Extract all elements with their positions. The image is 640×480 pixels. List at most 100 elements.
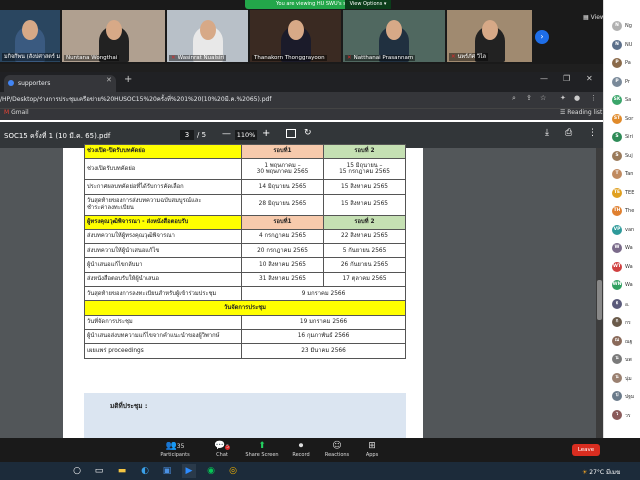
list-item[interactable]: ปปฐม	[612, 391, 640, 402]
print-icon[interactable]: ⎙	[565, 128, 572, 138]
bookmark-star-icon[interactable]: ☆	[540, 94, 546, 102]
list-item[interactable]: N Ng	[612, 21, 640, 32]
activity-cell: ผู้นำเสนอส่งบทความแก้ไขจากคำแนะนำของผู้ว…	[84, 328, 242, 345]
rotate-icon[interactable]: ↻	[304, 128, 312, 138]
menu-icon[interactable]: ⋮	[590, 94, 597, 102]
list-item[interactable]: TE TEE	[612, 187, 640, 199]
page-number-input[interactable]: 3	[180, 130, 194, 140]
extensions-icon[interactable]: ✦	[560, 94, 566, 102]
avatar: S	[612, 150, 622, 161]
schedule-table: ช่วงเปิด-ปิดรับบทคัดย่อ รอบที่1 รอบที่ 2 ช่…	[84, 143, 406, 359]
round1-date-cell: รอบที่1	[241, 214, 324, 230]
reactions-button[interactable]: ☺ Reactions	[317, 441, 357, 458]
list-item[interactable]: TH The	[612, 206, 640, 217]
list-item[interactable]: T Tan	[612, 169, 640, 180]
participant-tile[interactable]: Nuntana Wongthai	[62, 10, 165, 62]
tab-close-icon[interactable]: ✕	[106, 76, 112, 84]
leave-button[interactable]: Leave	[572, 444, 600, 456]
reading-list-label: Reading list	[567, 109, 603, 116]
reading-list-button[interactable]: ☰ Reading list	[560, 109, 602, 116]
file-explorer-icon[interactable]: ▬	[115, 464, 129, 478]
participants-button[interactable]: 👥35 Participants	[155, 441, 195, 458]
share-icon[interactable]: ⇪	[526, 94, 532, 102]
list-item[interactable]: S Suj	[612, 150, 640, 162]
store-icon[interactable]: ▣	[160, 464, 174, 478]
search-icon[interactable]: ○	[70, 464, 84, 478]
participant-name: ✕ Wasinrat Nualsiri	[169, 55, 227, 61]
url-field[interactable]: /HP/Desktop/ร่างการประชุมเครือข่าย%20HUS…	[0, 94, 271, 104]
profile-avatar[interactable]: ●	[574, 94, 580, 102]
participant-list-name: The	[625, 208, 635, 214]
list-item[interactable]: ST Sor	[612, 113, 640, 125]
line-app-icon[interactable]: ◉	[204, 464, 218, 478]
avatar: WN	[612, 280, 622, 290]
weather-widget[interactable]: ☀ 27°C มีเมฆ	[582, 467, 620, 477]
gmail-bookmark[interactable]: M Gmail	[4, 109, 29, 116]
list-item[interactable]: S Siri	[612, 132, 640, 143]
date-cell: 19 มกราคม 2566	[241, 314, 406, 330]
round2-date-cell: 15 สิงหาคม 2565	[323, 179, 406, 195]
list-item[interactable]: P Pr	[612, 76, 640, 88]
list-item[interactable]: SK Sa	[612, 95, 640, 106]
participant-tile[interactable]: ✕ นพร์ภัศ วิไล	[447, 10, 532, 62]
avatar: ณ	[612, 335, 622, 346]
participant-name: ✕ นพร์ภัศ วิไล	[449, 53, 489, 61]
list-item[interactable]: ววร	[612, 409, 640, 421]
list-item[interactable]: WT Wa	[612, 261, 640, 273]
share-screen-button[interactable]: ⬆ Share Screen	[242, 441, 282, 458]
section-header-cell: วันจัดการประชุม	[84, 300, 406, 316]
browser-tab[interactable]: supporters	[4, 75, 116, 92]
list-item[interactable]: ณณฐ	[612, 335, 640, 347]
avatar: T	[612, 169, 622, 179]
minimize-icon[interactable]: —	[540, 74, 548, 83]
next-page-icon[interactable]: ›	[535, 30, 549, 44]
round1-date-cell: 10 สิงหาคม 2565	[241, 257, 324, 273]
list-item[interactable]: WN Wa	[612, 280, 640, 291]
zoom-level-input[interactable]: 110%	[235, 130, 257, 140]
tab-favicon-icon	[8, 80, 14, 86]
zoom-lens-icon[interactable]: ⌕	[512, 94, 516, 103]
list-item[interactable]: W Wa	[612, 243, 640, 254]
record-label: Record	[292, 452, 310, 458]
view-button[interactable]: ▦ View	[583, 14, 605, 21]
participant-face	[287, 20, 304, 40]
participant-tile[interactable]: Thanakorn Thonggrayoon	[250, 10, 341, 62]
new-tab-icon[interactable]: +	[124, 74, 132, 85]
muted-mic-icon: ✕	[347, 55, 352, 61]
list-item[interactable]: กกร	[612, 317, 640, 328]
record-button[interactable]: ⏺ Record	[281, 441, 321, 458]
list-item[interactable]: ออ.	[612, 298, 640, 310]
zoom-in-button[interactable]: +	[262, 128, 270, 139]
task-view-icon[interactable]: ▭	[92, 464, 106, 478]
close-window-icon[interactable]: ✕	[586, 74, 593, 83]
download-icon[interactable]: ⤓	[545, 128, 549, 138]
participant-tile[interactable]: ✕ Wasinrat Nualsiri	[167, 10, 248, 62]
zoom-app-icon[interactable]: ▶	[182, 464, 196, 478]
chrome-icon[interactable]: ◎	[226, 464, 240, 478]
pdf-scroll-thumb[interactable]	[597, 280, 602, 320]
table-row: ผู้นำเสนอส่งบทความแก้ไขจากคำแนะนำของผู้ว…	[84, 328, 406, 345]
list-item[interactable]: VP van	[612, 224, 640, 236]
list-item[interactable]: N NU	[612, 39, 640, 51]
table-row: วันที่จัดการประชุม 19 มกราคม 2566	[84, 314, 406, 330]
edge-icon[interactable]: ◐	[138, 464, 152, 478]
activity-cell: ส่งบทความให้ผู้ทรงคุณวุฒิพิจารณา	[84, 228, 242, 245]
activity-cell: วันสุดท้ายของการลงทะเบียนสำหรับผู้เข้าร่…	[84, 286, 242, 302]
more-options-icon[interactable]: ⋮	[588, 128, 597, 138]
list-item[interactable]: นนพ	[612, 354, 640, 365]
participant-tile[interactable]: มกิจกึพน (สังปศาสตร์ ม.	[0, 10, 60, 62]
chat-button[interactable]: 💬5 Chat	[202, 441, 242, 458]
round1-date-cell: 20 กรกฎาคม 2565	[241, 243, 324, 259]
avatar: P	[612, 76, 622, 87]
participant-list-name: นุ่ม	[625, 375, 632, 382]
participant-tile[interactable]: ✕ Natthanai Prasannam	[343, 10, 445, 62]
avatar: ST	[612, 113, 622, 124]
maximize-icon[interactable]: ❐	[563, 74, 570, 83]
apps-button[interactable]: ⊞ Apps	[352, 441, 392, 458]
view-options-button[interactable]: View Options ▾	[345, 0, 391, 9]
list-item[interactable]: P Pa	[612, 58, 640, 69]
participant-name: ✕ Natthanai Prasannam	[345, 55, 416, 61]
list-item[interactable]: นนุ่ม	[612, 372, 640, 384]
fit-page-icon[interactable]	[286, 129, 296, 138]
zoom-out-button[interactable]: —	[222, 129, 231, 139]
